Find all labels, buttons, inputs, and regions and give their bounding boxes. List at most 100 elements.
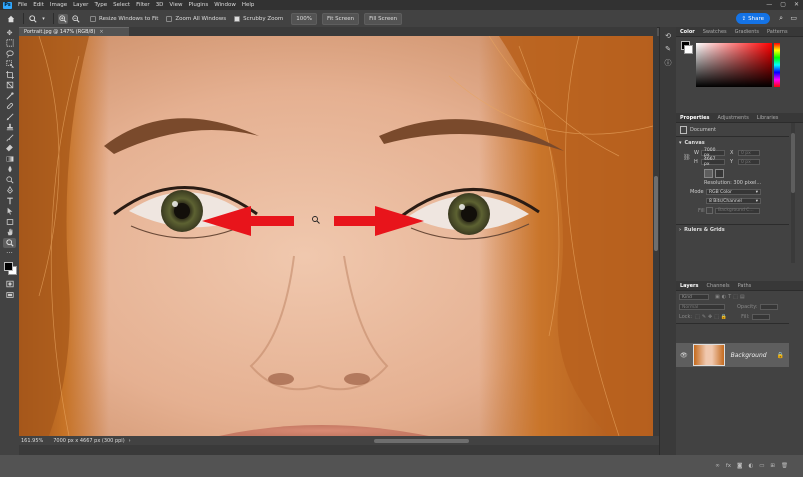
height-field[interactable]: 4667 px xyxy=(701,157,725,167)
tab-adjustments[interactable]: Adjustments xyxy=(713,115,752,121)
properties-scrollbar[interactable] xyxy=(791,123,795,263)
document-canvas[interactable] xyxy=(19,36,653,436)
properties-scroll-thumb[interactable] xyxy=(791,133,795,193)
zoom-100-button[interactable]: 100% xyxy=(291,12,317,25)
healing-brush-tool-icon[interactable] xyxy=(3,101,16,111)
scrubby-zoom-option[interactable]: Scrubby Zoom xyxy=(234,15,283,22)
status-menu-chevron-icon[interactable]: › xyxy=(129,438,131,444)
link-layers-icon[interactable]: ∞ xyxy=(715,463,720,473)
search-icon[interactable]: ⌕ xyxy=(779,14,783,23)
menu-filter[interactable]: Filter xyxy=(133,2,153,8)
zoom-readout[interactable]: 161.95% xyxy=(21,438,43,444)
eye-icon[interactable]: 👁 xyxy=(680,352,688,359)
marquee-tool-icon[interactable] xyxy=(3,38,16,48)
bit-depth-select[interactable]: 8 Bits/Channel ▾ xyxy=(706,198,761,204)
blend-mode-select[interactable]: Normal xyxy=(679,304,725,310)
photoshop-logo[interactable]: Ps xyxy=(3,1,12,9)
new-layer-icon[interactable]: ⊞ xyxy=(770,463,775,473)
zoom-all-option[interactable]: Zoom All Windows xyxy=(166,15,226,22)
add-mask-icon[interactable]: ◙ xyxy=(737,463,742,473)
zoom-in-icon[interactable] xyxy=(58,13,68,24)
menu-help[interactable]: Help xyxy=(239,2,258,8)
screen-mode-icon[interactable] xyxy=(3,290,16,300)
brush-tool-icon[interactable] xyxy=(3,112,16,122)
resize-windows-option[interactable]: Resize Windows to Fit xyxy=(90,15,158,22)
minimize-icon[interactable]: — xyxy=(766,1,772,8)
tab-channels[interactable]: Channels xyxy=(703,283,734,289)
menu-file[interactable]: File xyxy=(15,2,30,8)
zoom-tool-preset-icon[interactable] xyxy=(28,14,38,24)
canvas-section-header[interactable]: ▾ Canvas xyxy=(679,140,705,146)
vertical-scroll-thumb[interactable] xyxy=(654,176,658,251)
tab-patterns[interactable]: Patterns xyxy=(763,29,792,35)
menu-3d[interactable]: 3D xyxy=(153,2,167,8)
y-field[interactable]: 0 px xyxy=(738,159,760,165)
fill-select[interactable]: Background C... xyxy=(715,207,760,214)
hue-slider[interactable] xyxy=(774,43,780,87)
landscape-orientation-icon[interactable] xyxy=(715,169,724,178)
more-tools-icon[interactable]: ··· xyxy=(3,248,16,258)
menu-type[interactable]: Type xyxy=(91,2,110,8)
kind-filter-select[interactable]: Kind xyxy=(679,294,709,300)
horizontal-scroll-thumb[interactable] xyxy=(374,439,469,443)
tab-gradients[interactable]: Gradients xyxy=(731,29,763,35)
zoom-all-checkbox[interactable] xyxy=(166,15,173,22)
horizontal-scrollbar[interactable] xyxy=(19,445,659,455)
dodge-tool-icon[interactable] xyxy=(3,175,16,185)
clone-stamp-tool-icon[interactable] xyxy=(3,122,16,132)
scrubby-zoom-checkbox[interactable] xyxy=(234,15,241,22)
menu-view[interactable]: View xyxy=(166,2,185,8)
new-group-icon[interactable]: ▭ xyxy=(759,463,764,473)
link-icon[interactable]: ⛓ xyxy=(683,154,691,161)
document-tab[interactable]: Portrait.jpg @ 147% (RGB/8) × xyxy=(19,27,129,36)
quick-mask-icon[interactable] xyxy=(3,279,16,289)
lasso-tool-icon[interactable] xyxy=(3,49,16,59)
tab-libraries[interactable]: Libraries xyxy=(753,115,783,121)
tab-properties[interactable]: Properties xyxy=(676,115,713,121)
rulers-section-header[interactable]: › Rulers & Grids xyxy=(679,227,725,233)
maximize-icon[interactable]: ▢ xyxy=(780,1,786,8)
tab-layers[interactable]: Layers xyxy=(676,283,703,289)
color-field[interactable] xyxy=(696,43,772,87)
menu-window[interactable]: Window xyxy=(211,2,239,8)
history-brush-tool-icon[interactable] xyxy=(3,133,16,143)
move-tool-icon[interactable]: ✥ xyxy=(3,28,16,38)
foreground-color-swatch[interactable] xyxy=(4,262,13,271)
lock-icons[interactable]: ⬚✎✥⬚🔒 xyxy=(695,314,729,320)
eyedropper-tool-icon[interactable] xyxy=(3,91,16,101)
history-icon[interactable]: ⟲ xyxy=(665,32,671,40)
fit-screen-button[interactable]: Fit Screen xyxy=(321,12,360,25)
pen-tool-icon[interactable] xyxy=(3,185,16,195)
width-field[interactable]: 7000 px xyxy=(701,148,725,158)
info-icon[interactable]: ⓘ xyxy=(665,58,672,68)
frame-tool-icon[interactable] xyxy=(3,80,16,90)
zoom-out-icon[interactable] xyxy=(71,14,81,24)
portrait-orientation-icon[interactable] xyxy=(704,169,713,178)
path-selection-tool-icon[interactable] xyxy=(3,206,16,216)
rectangle-tool-icon[interactable] xyxy=(3,217,16,227)
menu-select[interactable]: Select xyxy=(110,2,133,8)
type-tool-icon[interactable] xyxy=(3,196,16,206)
delete-layer-icon[interactable]: 🗑 xyxy=(781,463,788,473)
fx-icon[interactable]: fx xyxy=(726,463,731,473)
fill-screen-button[interactable]: Fill Screen xyxy=(364,12,403,25)
tab-paths[interactable]: Paths xyxy=(734,283,756,289)
home-icon[interactable] xyxy=(6,14,16,24)
object-select-tool-icon[interactable] xyxy=(3,59,16,69)
menu-layer[interactable]: Layer xyxy=(70,2,91,8)
menu-image[interactable]: Image xyxy=(47,2,70,8)
close-tab-icon[interactable]: × xyxy=(99,29,103,35)
blur-tool-icon[interactable] xyxy=(3,164,16,174)
eraser-tool-icon[interactable] xyxy=(3,143,16,153)
adjustment-layer-icon[interactable]: ◐ xyxy=(748,463,753,473)
tab-swatches[interactable]: Swatches xyxy=(699,29,731,35)
gradient-tool-icon[interactable] xyxy=(3,154,16,164)
layer-fill-field[interactable] xyxy=(751,314,770,320)
menu-edit[interactable]: Edit xyxy=(30,2,47,8)
zoom-tool-icon[interactable] xyxy=(3,237,16,248)
layer-name[interactable]: Background xyxy=(731,352,767,359)
crop-tool-icon[interactable] xyxy=(3,70,16,80)
layer-row-background[interactable]: 👁 Background 🔒 xyxy=(676,343,789,367)
filter-icons[interactable]: ▣◐T⬚▤ xyxy=(715,294,747,300)
hand-tool-icon[interactable] xyxy=(3,227,16,237)
